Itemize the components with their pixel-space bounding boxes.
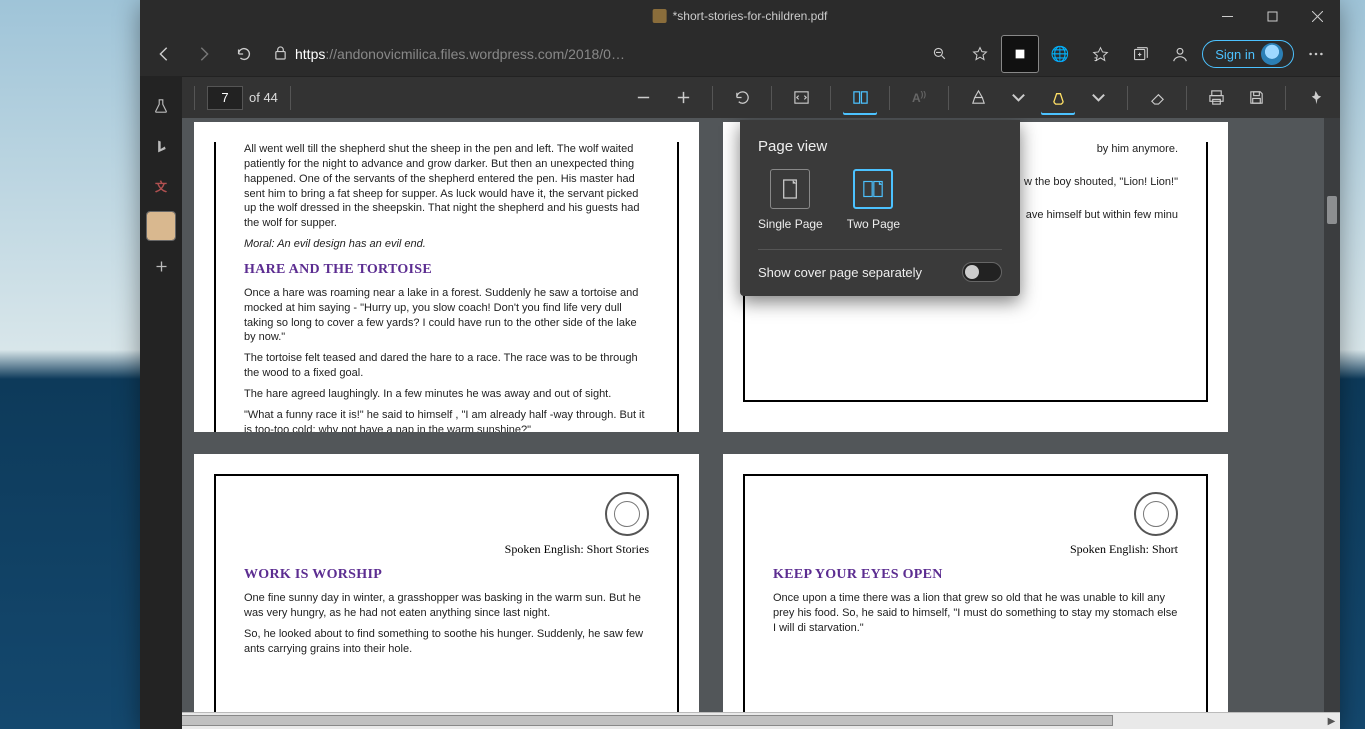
sidebar-bing-icon[interactable]	[147, 132, 175, 160]
pdf-page: Spoken English: Short KEEP YOUR EYES OPE…	[723, 454, 1228, 712]
page-view-popup: Page view Single Page Two Page Show cove…	[740, 120, 1020, 296]
window-controls	[1205, 0, 1340, 32]
title-bar: *short-stories-for-children.pdf	[140, 0, 1340, 32]
two-page-label: Two Page	[847, 217, 900, 231]
separator	[771, 86, 772, 110]
seal-icon	[605, 492, 649, 536]
minimize-button[interactable]	[1205, 0, 1250, 32]
separator	[1186, 86, 1187, 110]
browser-sidebar: 文	[140, 76, 182, 729]
separator	[830, 86, 831, 110]
highlight-menu-button[interactable]	[1081, 81, 1115, 115]
seal-icon	[1134, 492, 1178, 536]
separator	[1127, 86, 1128, 110]
sidebar-translate-icon[interactable]: 文	[147, 172, 175, 200]
story-heading: KEEP YOUR EYES OPEN	[773, 567, 1178, 583]
close-button[interactable]	[1295, 0, 1340, 32]
horizontal-scrollbar[interactable]: ◀ ▶	[140, 712, 1340, 729]
pin-toolbar-button[interactable]	[1298, 81, 1332, 115]
draw-button[interactable]	[961, 81, 995, 115]
vertical-scrollbar[interactable]	[1324, 118, 1340, 712]
two-page-option[interactable]: Two Page	[847, 169, 900, 231]
address-bar[interactable]: https://andonovicmilica.files.wordpress.…	[266, 45, 918, 63]
favorites-list-button[interactable]	[1082, 36, 1118, 72]
pdf-page: All went well till the shepherd shut the…	[194, 122, 699, 432]
page-body-text: Once a hare was roaming near a lake in a…	[244, 286, 649, 345]
separator	[889, 86, 890, 110]
page-number-input[interactable]	[207, 86, 243, 110]
download-manager-button[interactable]: 🌐	[1042, 36, 1078, 72]
nav-toolbar: https://andonovicmilica.files.wordpress.…	[140, 32, 1340, 76]
draw-menu-button[interactable]	[1001, 81, 1035, 115]
sidebar-pinned-site-icon[interactable]	[147, 212, 175, 240]
sign-in-button[interactable]: Sign in	[1202, 40, 1294, 68]
story-heading: HARE AND THE TORTOISE	[244, 262, 649, 278]
sidebar-labs-icon[interactable]	[147, 92, 175, 120]
page-body-text: The tortoise felt teased and dared the h…	[244, 351, 649, 381]
separator	[948, 86, 949, 110]
page-body-text: All went well till the shepherd shut the…	[244, 142, 649, 231]
cover-page-toggle[interactable]	[962, 262, 1002, 282]
more-menu-button[interactable]	[1298, 36, 1334, 72]
separator	[1285, 86, 1286, 110]
profile-avatar-icon	[1261, 43, 1283, 65]
pdf-scroll-area[interactable]: Page view Single Page Two Page Show cove…	[140, 118, 1340, 712]
pdf-viewer: Page view Single Page Two Page Show cove…	[140, 118, 1340, 729]
refresh-button[interactable]	[226, 36, 262, 72]
favorite-button[interactable]	[962, 36, 998, 72]
erase-button[interactable]	[1140, 81, 1174, 115]
read-aloud-button[interactable]: A))	[902, 81, 936, 115]
separator	[712, 86, 713, 110]
separator	[290, 86, 291, 110]
highlight-button[interactable]	[1041, 81, 1075, 115]
page-body-text: Once upon a time there was a lion that g…	[773, 591, 1178, 636]
page-body-text: So, he looked about to find something to…	[244, 627, 649, 657]
profile-button[interactable]	[1162, 36, 1198, 72]
page-spread: Spoken English: Short Stories WORK IS WO…	[194, 450, 1340, 712]
browser-window: *short-stories-for-children.pdf https://…	[140, 0, 1340, 729]
tab-title[interactable]: *short-stories-for-children.pdf	[653, 9, 828, 23]
scroll-right-button[interactable]: ▶	[1323, 713, 1340, 729]
scrollbar-thumb[interactable]	[157, 715, 1113, 726]
zoom-in-button[interactable]	[666, 81, 700, 115]
save-button[interactable]	[1239, 81, 1273, 115]
collections-button[interactable]	[1122, 36, 1158, 72]
page-body-text: One fine sunny day in winter, a grasshop…	[244, 591, 649, 621]
rotate-button[interactable]	[725, 81, 759, 115]
sign-in-label: Sign in	[1215, 47, 1255, 62]
reader-mode-button[interactable]	[1002, 36, 1038, 72]
zoom-button[interactable]	[922, 36, 958, 72]
pdf-toolbar: of 44 A))	[140, 76, 1340, 118]
zoom-out-button[interactable]	[626, 81, 660, 115]
page-body-text: "What a funny race it is!" he said to hi…	[244, 408, 649, 432]
page-view-button[interactable]	[843, 81, 877, 115]
page-total-label: of 44	[249, 90, 278, 105]
download-icon: 🌐	[1051, 45, 1070, 63]
page-view-title: Page view	[758, 138, 1002, 155]
scrollbar-thumb[interactable]	[1327, 196, 1337, 224]
tab-title-text: *short-stories-for-children.pdf	[673, 9, 828, 23]
forward-button[interactable]	[186, 36, 222, 72]
lock-icon	[274, 45, 287, 63]
story-heading: WORK IS WORSHIP	[244, 567, 649, 583]
single-page-option[interactable]: Single Page	[758, 169, 823, 231]
desktop-background	[0, 0, 140, 729]
url-text: https://andonovicmilica.files.wordpress.…	[295, 46, 625, 62]
page-subheading: Spoken English: Short Stories	[244, 542, 649, 557]
sidebar-add-button[interactable]	[147, 252, 175, 280]
fit-page-button[interactable]	[784, 81, 818, 115]
print-button[interactable]	[1199, 81, 1233, 115]
page-moral-text: Moral: An evil design has an evil end.	[244, 237, 649, 252]
back-button[interactable]	[146, 36, 182, 72]
page-subheading: Spoken English: Short	[773, 542, 1178, 557]
single-page-label: Single Page	[758, 217, 823, 231]
maximize-button[interactable]	[1250, 0, 1295, 32]
separator	[194, 86, 195, 110]
pdf-page: Spoken English: Short Stories WORK IS WO…	[194, 454, 699, 712]
tab-favicon-icon	[653, 9, 667, 23]
scrollbar-track[interactable]	[157, 713, 1323, 729]
cover-page-label: Show cover page separately	[758, 265, 922, 280]
page-body-text: The hare agreed laughingly. In a few min…	[244, 387, 649, 402]
